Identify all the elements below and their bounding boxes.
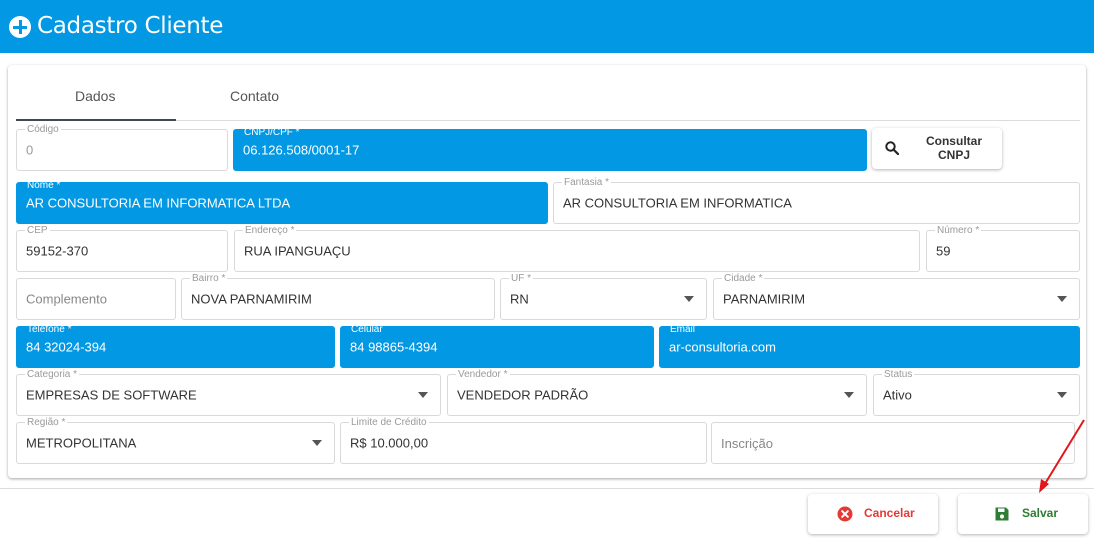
complemento-field[interactable]: Complemento xyxy=(16,278,176,320)
celular-field[interactable]: Celular 84 98865-4394 xyxy=(340,324,654,368)
limite-credito-label: Limite de Crédito xyxy=(349,417,429,428)
endereco-value: RUA IPANGUAÇU xyxy=(244,243,351,259)
codigo-value: 0 xyxy=(26,142,34,158)
vendedor-label: Vendedor * xyxy=(456,369,510,380)
numero-field[interactable]: Número * 59 xyxy=(926,225,1080,272)
cidade-value: PARNAMIRIM xyxy=(723,291,806,307)
uf-select[interactable]: UF * RN xyxy=(500,273,707,320)
status-select[interactable]: Status Ativo xyxy=(873,369,1080,416)
bairro-label: Bairro * xyxy=(190,273,228,284)
categoria-select[interactable]: Categoria * EMPRESAS DE SOFTWARE xyxy=(16,369,441,416)
tab-divider xyxy=(176,120,1080,121)
dropdown-arrow-icon xyxy=(1057,392,1067,398)
bairro-field[interactable]: Bairro * NOVA PARNAMIRIM xyxy=(181,273,495,320)
cancel-label: Cancelar xyxy=(864,506,915,520)
cnpj-value: 06.126.508/0001-17 xyxy=(243,142,360,158)
bairro-value: NOVA PARNAMIRIM xyxy=(191,291,312,307)
inscricao-field[interactable]: Inscrição xyxy=(711,422,1075,464)
regiao-select[interactable]: Região * METROPOLITANA xyxy=(16,417,335,464)
fantasia-field[interactable]: Fantasia * AR CONSULTORIA EM INFORMATICA xyxy=(553,177,1080,224)
uf-value: RN xyxy=(510,291,529,307)
email-field[interactable]: Email ar-consultoria.com xyxy=(659,324,1080,368)
cep-value: 59152-370 xyxy=(26,243,89,259)
close-circle-icon xyxy=(837,506,853,522)
dropdown-arrow-icon xyxy=(684,296,694,302)
dropdown-arrow-icon xyxy=(418,392,428,398)
categoria-value: EMPRESAS DE SOFTWARE xyxy=(26,387,197,403)
cep-field[interactable]: CEP 59152-370 xyxy=(16,225,228,272)
search-icon xyxy=(885,141,899,155)
codigo-label: Código xyxy=(25,124,61,135)
status-label: Status xyxy=(882,369,915,380)
vendedor-value: VENDEDOR PADRÃO xyxy=(457,387,589,403)
codigo-field[interactable]: Código 0 xyxy=(16,124,228,171)
tab-dados[interactable]: Dados xyxy=(75,88,115,104)
endereco-field[interactable]: Endereço * RUA IPANGUAÇU xyxy=(234,225,920,272)
uf-label: UF * xyxy=(509,273,533,284)
regiao-value: METROPOLITANA xyxy=(26,435,137,451)
telefone-value: 84 32024-394 xyxy=(26,339,107,355)
nome-value: AR CONSULTORIA EM INFORMATICA LTDA xyxy=(26,195,291,211)
categoria-label: Categoria * xyxy=(25,369,80,380)
app-header: Cadastro Cliente xyxy=(0,0,1094,53)
cidade-label: Cidade * xyxy=(722,273,765,284)
dropdown-arrow-icon xyxy=(844,392,854,398)
dropdown-arrow-icon xyxy=(312,440,322,446)
regiao-label: Região * xyxy=(25,417,68,428)
cancel-button[interactable]: Cancelar xyxy=(808,494,938,534)
complemento-placeholder: Complemento xyxy=(26,291,107,307)
plus-circle-icon xyxy=(9,16,31,38)
floppy-disk-icon xyxy=(995,507,1009,521)
status-value: Ativo xyxy=(883,387,912,403)
tab-contato[interactable]: Contato xyxy=(230,88,279,104)
save-label: Salvar xyxy=(1022,506,1059,520)
limite-credito-value: R$ 10.000,00 xyxy=(350,435,429,451)
email-value: ar-consultoria.com xyxy=(669,339,776,355)
cnpj-label: CNPJ/CPF * xyxy=(244,127,300,138)
tab-indicator xyxy=(16,119,176,121)
cidade-select[interactable]: Cidade * PARNAMIRIM xyxy=(713,273,1080,320)
consultar-cnpj-button[interactable]: Consultar CNPJ xyxy=(872,128,1002,169)
cep-label: CEP xyxy=(25,225,50,236)
endereco-label: Endereço * xyxy=(243,225,297,236)
nome-label: Nome * xyxy=(27,180,61,191)
consultar-cnpj-label: Consultar CNPJ xyxy=(925,134,982,162)
fantasia-label: Fantasia * xyxy=(562,177,612,188)
numero-value: 59 xyxy=(936,243,951,259)
save-button[interactable]: Salvar xyxy=(958,494,1088,534)
page-title: Cadastro Cliente xyxy=(37,13,224,39)
fantasia-value: AR CONSULTORIA EM INFORMATICA xyxy=(563,195,792,211)
telefone-field[interactable]: Telefone * 84 32024-394 xyxy=(16,324,335,368)
celular-label: Celular xyxy=(351,324,383,335)
celular-value: 84 98865-4394 xyxy=(350,339,438,355)
nome-field[interactable]: Nome * AR CONSULTORIA EM INFORMATICA LTD… xyxy=(16,180,548,224)
inscricao-placeholder: Inscrição xyxy=(721,436,774,451)
email-label: Email xyxy=(670,324,696,335)
cnpj-field[interactable]: CNPJ/CPF * 06.126.508/0001-17 xyxy=(233,127,867,171)
footer-divider xyxy=(0,488,1094,489)
vendedor-select[interactable]: Vendedor * VENDEDOR PADRÃO xyxy=(447,369,867,416)
numero-label: Número * xyxy=(935,225,982,236)
limite-credito-field[interactable]: Limite de Crédito R$ 10.000,00 xyxy=(340,417,707,464)
dropdown-arrow-icon xyxy=(1057,296,1067,302)
telefone-label: Telefone * xyxy=(27,324,72,335)
